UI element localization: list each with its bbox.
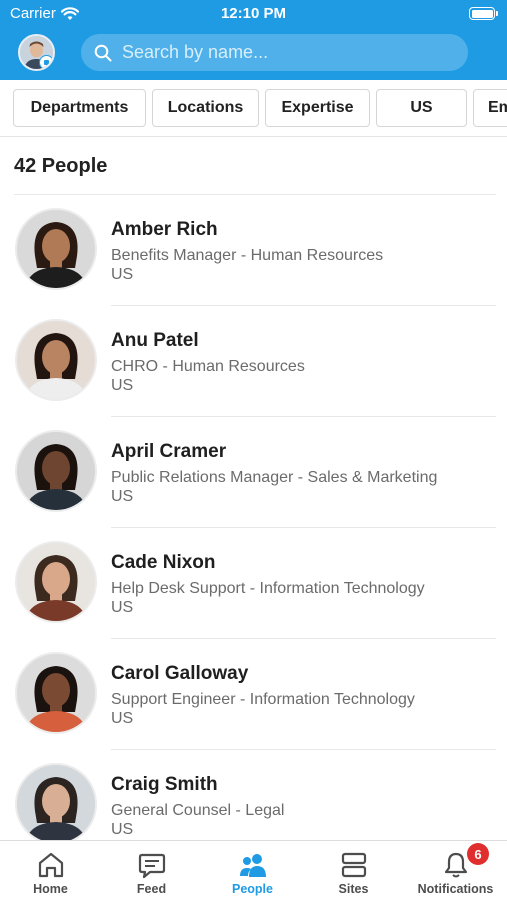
person-row[interactable]: Carol Galloway Support Engineer - Informa… — [0, 639, 507, 750]
app-header: Carrier 12:10 PM — [0, 0, 507, 80]
tab-notifications-label: Notifications — [417, 882, 494, 896]
tab-feed[interactable]: Feed — [101, 841, 202, 900]
person-photo — [17, 432, 95, 510]
notifications-count-badge: 6 — [467, 843, 489, 865]
person-role: CHRO - Human Resources — [111, 358, 305, 375]
filter-chip-us[interactable]: US — [376, 89, 467, 127]
person-photo — [17, 210, 95, 288]
filter-chip-departments[interactable]: Departments — [13, 89, 146, 127]
person-role: Help Desk Support - Information Technolo… — [111, 580, 425, 597]
person-name: Cade Nixon — [111, 552, 216, 573]
person-photo — [17, 654, 95, 732]
person-location: US — [111, 488, 134, 505]
battery-icon — [469, 7, 498, 20]
home-icon — [35, 850, 67, 880]
feed-icon — [136, 850, 168, 880]
person-location: US — [111, 377, 134, 394]
person-role: General Counsel - Legal — [111, 802, 285, 819]
profile-avatar-button[interactable] — [18, 34, 55, 71]
profile-badge-icon — [39, 55, 53, 69]
person-name: Carol Galloway — [111, 663, 249, 684]
person-row[interactable]: Anu Patel CHRO - Human Resources US — [0, 306, 507, 417]
person-location: US — [111, 599, 134, 616]
person-location: US — [111, 710, 134, 727]
status-time: 12:10 PM — [220, 5, 287, 22]
person-role: Benefits Manager - Human Resources — [111, 247, 384, 264]
person-name: Craig Smith — [111, 774, 218, 795]
person-row[interactable]: Amber Rich Benefits Manager - Human Resou… — [0, 195, 507, 306]
person-avatar — [15, 652, 97, 734]
person-avatar — [15, 319, 97, 401]
person-photo — [17, 543, 95, 621]
person-avatar — [15, 763, 97, 845]
person-photo — [17, 765, 95, 843]
person-avatar — [15, 208, 97, 290]
person-role: Public Relations Manager - Sales & Marke… — [111, 469, 438, 486]
filter-chip-employee-type[interactable]: Em — [473, 89, 507, 127]
filter-chip-locations[interactable]: Locations — [152, 89, 259, 127]
person-photo — [17, 321, 95, 399]
tab-home-label: Home — [33, 882, 68, 896]
person-location: US — [111, 821, 134, 838]
bottom-tab-bar: Home Feed People Sites Notifications — [0, 840, 507, 900]
status-bar: Carrier 12:10 PM — [0, 0, 507, 28]
person-role: Support Engineer - Information Technolog… — [111, 691, 415, 708]
people-icon — [237, 850, 269, 880]
person-location: US — [111, 266, 134, 283]
tab-feed-label: Feed — [136, 882, 167, 896]
search-bar[interactable] — [81, 34, 468, 71]
tab-people-label: People — [232, 882, 273, 896]
person-row[interactable]: April Cramer Public Relations Manager - S… — [0, 417, 507, 528]
people-count-heading: 42 People — [14, 155, 108, 177]
person-avatar — [15, 430, 97, 512]
filter-chip-expertise[interactable]: Expertise — [265, 89, 370, 127]
tab-home[interactable]: Home — [0, 841, 101, 900]
tab-sites[interactable]: Sites — [303, 841, 404, 900]
search-icon — [93, 43, 113, 63]
person-row[interactable]: Cade Nixon Help Desk Support - Informatio… — [0, 528, 507, 639]
filter-chip-row: Departments Locations Expertise US Em — [0, 80, 507, 137]
search-input[interactable] — [122, 42, 468, 63]
person-name: April Cramer — [111, 441, 227, 462]
sites-icon — [338, 850, 370, 880]
tab-people[interactable]: People — [202, 841, 303, 900]
tab-notifications[interactable]: Notifications — [404, 841, 507, 900]
person-name: Amber Rich — [111, 219, 218, 240]
person-avatar — [15, 541, 97, 623]
person-name: Anu Patel — [111, 330, 199, 351]
tab-sites-label: Sites — [338, 882, 369, 896]
